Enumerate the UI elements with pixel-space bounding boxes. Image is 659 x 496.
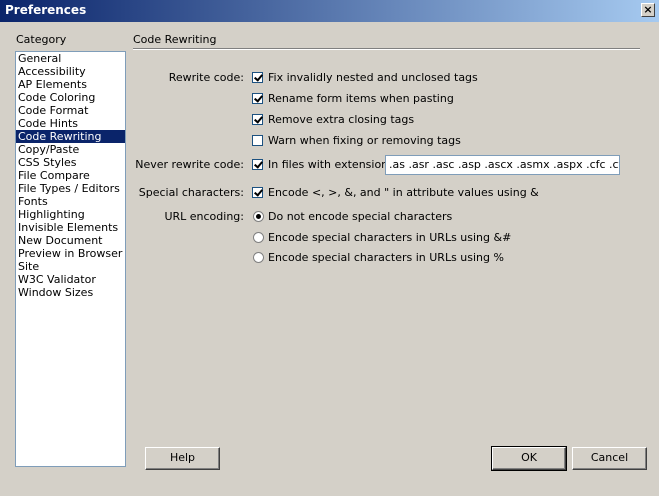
category-item-fonts[interactable]: Fonts bbox=[16, 195, 125, 208]
category-item-file-compare[interactable]: File Compare bbox=[16, 169, 125, 182]
title-bar: Preferences × bbox=[0, 0, 659, 22]
encode-ampersand-hash-radio[interactable] bbox=[253, 232, 264, 243]
panel-divider bbox=[133, 48, 640, 50]
category-item-css-styles[interactable]: CSS Styles bbox=[16, 156, 125, 169]
never-rewrite-label: Never rewrite code: bbox=[135, 158, 244, 171]
category-item-invisible-elements[interactable]: Invisible Elements bbox=[16, 221, 125, 234]
category-item-preview-in-browser[interactable]: Preview in Browser bbox=[16, 247, 125, 260]
category-item-window-sizes[interactable]: Window Sizes bbox=[16, 286, 125, 299]
category-item-accessibility[interactable]: Accessibility bbox=[16, 65, 125, 78]
encode-percent-radio[interactable] bbox=[253, 252, 264, 263]
encode-special-chars-label: Encode <, >, &, and " in attribute value… bbox=[268, 186, 539, 199]
window-title: Preferences bbox=[5, 3, 87, 17]
category-item-copy-paste[interactable]: Copy/Paste bbox=[16, 143, 125, 156]
fix-nested-tags-checkbox[interactable] bbox=[252, 72, 263, 83]
category-item-code-rewriting[interactable]: Code Rewriting bbox=[16, 130, 125, 143]
category-item-general[interactable]: General bbox=[16, 52, 125, 65]
fix-nested-tags-label: Fix invalidly nested and unclosed tags bbox=[268, 71, 478, 84]
do-not-encode-label: Do not encode special characters bbox=[268, 210, 453, 223]
category-item-file-types-editors[interactable]: File Types / Editors bbox=[16, 182, 125, 195]
category-heading: Category bbox=[16, 33, 67, 46]
url-encoding-label: URL encoding: bbox=[164, 210, 244, 223]
ok-button[interactable]: OK bbox=[491, 446, 567, 471]
remove-extra-closing-label: Remove extra closing tags bbox=[268, 113, 415, 126]
help-button[interactable]: Help bbox=[145, 447, 220, 470]
special-characters-label: Special characters: bbox=[138, 186, 244, 199]
panel-title: Code Rewriting bbox=[133, 33, 217, 46]
cancel-button[interactable]: Cancel bbox=[572, 447, 647, 470]
category-item-site[interactable]: Site bbox=[16, 260, 125, 273]
close-button[interactable]: × bbox=[641, 3, 655, 17]
encode-special-chars-checkbox[interactable] bbox=[252, 187, 263, 198]
encode-ampersand-hash-label: Encode special characters in URLs using … bbox=[268, 231, 512, 244]
encode-percent-label: Encode special characters in URLs using … bbox=[268, 251, 504, 264]
never-rewrite-checkbox[interactable] bbox=[252, 159, 263, 170]
category-item-code-coloring[interactable]: Code Coloring bbox=[16, 91, 125, 104]
rewrite-code-label: Rewrite code: bbox=[168, 71, 244, 84]
category-item-ap-elements[interactable]: AP Elements bbox=[16, 78, 125, 91]
category-list[interactable]: General Accessibility AP Elements Code Colo… bbox=[15, 51, 126, 467]
category-item-code-format[interactable]: Code Format bbox=[16, 104, 125, 117]
close-icon: × bbox=[643, 3, 653, 16]
do-not-encode-radio[interactable] bbox=[253, 211, 264, 222]
in-files-extensions-label: In files with extensions bbox=[268, 158, 394, 171]
extensions-input[interactable]: .as .asr .asc .asp .ascx .asmx .aspx .cf… bbox=[385, 155, 620, 175]
rename-form-items-label: Rename form items when pasting bbox=[268, 92, 454, 105]
warn-when-fixing-label: Warn when fixing or removing tags bbox=[268, 134, 461, 147]
category-item-new-document[interactable]: New Document bbox=[16, 234, 125, 247]
category-item-code-hints[interactable]: Code Hints bbox=[16, 117, 125, 130]
rename-form-items-checkbox[interactable] bbox=[252, 93, 263, 104]
category-item-highlighting[interactable]: Highlighting bbox=[16, 208, 125, 221]
category-item-w3c-validator[interactable]: W3C Validator bbox=[16, 273, 125, 286]
warn-when-fixing-checkbox[interactable] bbox=[252, 135, 263, 146]
remove-extra-closing-checkbox[interactable] bbox=[252, 114, 263, 125]
